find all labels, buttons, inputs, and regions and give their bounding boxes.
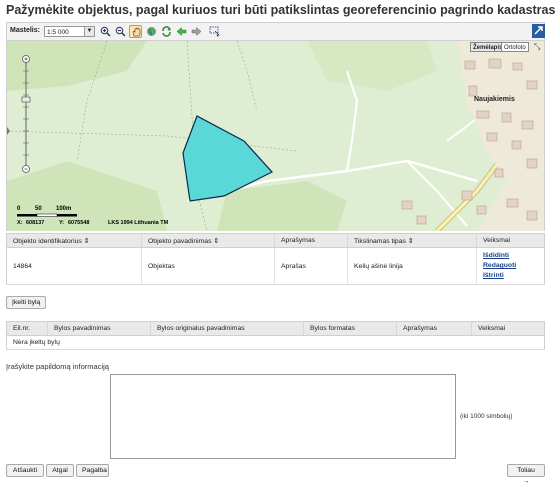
- panel-toggle-icon: [7, 127, 10, 135]
- pan-button[interactable]: [129, 25, 142, 38]
- cell-type: Kelių ašinė linija: [347, 247, 477, 285]
- cell-object-id: 14864: [6, 247, 142, 285]
- pan-hand-icon: [132, 27, 141, 37]
- sort-icon: ⇕: [213, 237, 220, 245]
- additional-info-label: Įrašykite papildomą informaciją: [6, 362, 109, 371]
- back-button[interactable]: [175, 25, 188, 38]
- upload-file-button[interactable]: Įkelti bylą: [6, 296, 47, 309]
- scalebar-label-50: 50: [35, 206, 42, 212]
- arrow-right-icon: →: [522, 478, 530, 485]
- col-object-name[interactable]: Objekto pavadinimas ⇕: [141, 233, 275, 248]
- cell-actions: Išdidinti Redaguoti Ištrinti: [476, 247, 545, 285]
- sort-icon: ⇕: [83, 237, 90, 245]
- page-title: Pažymėkite objektus, pagal kuriuos turi …: [6, 3, 556, 17]
- select-area-icon: [209, 26, 220, 37]
- table-row: 14864 Objektas Aprašas Kelių ašinė linij…: [6, 247, 545, 285]
- map-canvas[interactable]: [7, 41, 544, 231]
- zoom-in-button[interactable]: [99, 25, 112, 38]
- expand-icon: [534, 26, 543, 35]
- expand-button[interactable]: [532, 24, 545, 38]
- char-limit-hint: (iki 1000 simbolių): [460, 413, 513, 420]
- refresh-icon: [162, 26, 171, 37]
- col-file-format: Bylos formatas: [303, 321, 397, 336]
- next-button[interactable]: Toliau →: [507, 464, 545, 485]
- delete-link[interactable]: Ištrinti: [483, 271, 538, 281]
- globe-icon: [147, 27, 156, 36]
- files-empty-text: Nėra įkeltų bylų: [6, 335, 545, 350]
- objects-table: Objekto identifikatorius ⇕ Objekto pavad…: [6, 233, 545, 285]
- map-view[interactable]: Žemėlapis Ortofoto ⤡ Naujakiemis 0 50 10…: [6, 41, 545, 231]
- coord-x-label: X:: [17, 220, 23, 226]
- zoom-in-icon: [100, 26, 111, 37]
- coord-x-value: 608137: [26, 220, 45, 226]
- next-label: Toliau: [517, 467, 535, 474]
- back-step-button[interactable]: Atgal: [46, 464, 74, 477]
- scalebar-label-100m: 100m: [56, 206, 72, 212]
- scalebar-label-0: 0: [17, 206, 21, 212]
- edit-link[interactable]: Redaguoti: [483, 261, 538, 271]
- col-file-original-name: Bylos originalus pavadinimas: [150, 321, 304, 336]
- select-area-button[interactable]: [208, 25, 221, 38]
- additional-info-textarea[interactable]: [110, 374, 456, 459]
- cancel-button[interactable]: Atšaukti: [6, 464, 44, 477]
- globe-button[interactable]: [145, 25, 158, 38]
- zoom-out-icon: [115, 26, 126, 37]
- zoom-slider-handle: [21, 96, 31, 103]
- forward-button[interactable]: [190, 25, 203, 38]
- coord-y-label: Y:: [59, 220, 65, 226]
- scale-value: 1:5 000: [47, 29, 69, 36]
- cell-object-name: Objektas: [141, 247, 275, 285]
- crs-label: LKS 1994 Lithuania TM: [108, 220, 169, 226]
- help-button[interactable]: Pagalba: [76, 464, 109, 477]
- col-object-id[interactable]: Objekto identifikatorius ⇕: [6, 233, 142, 248]
- back-arrow-icon: [176, 26, 187, 37]
- col-description: Aprašymas: [274, 233, 348, 248]
- table-row: Nėra įkeltų bylų: [6, 335, 545, 350]
- coord-y-value: 6075548: [68, 220, 90, 226]
- col-actions: Veiksmai: [476, 233, 545, 248]
- layer-ortho-button[interactable]: Ortofoto: [501, 42, 529, 52]
- files-table-header: Eil.nr. Bylos pavadinimas Bylos original…: [6, 321, 545, 336]
- col-file-actions: Veiksmai: [471, 321, 545, 336]
- place-label: Naujakiemis: [474, 96, 515, 103]
- zoom-to-link[interactable]: Išdidinti: [483, 251, 538, 261]
- cell-description: Aprašas: [274, 247, 348, 285]
- col-file-no: Eil.nr.: [6, 321, 48, 336]
- chevron-down-icon: ▼: [84, 27, 94, 36]
- scale-select[interactable]: 1:5 000 ▼: [44, 26, 95, 37]
- col-file-name: Bylos pavadinimas: [47, 321, 151, 336]
- collapse-icon[interactable]: ⤡: [534, 42, 540, 52]
- refresh-button[interactable]: [160, 25, 173, 38]
- files-table: Eil.nr. Bylos pavadinimas Bylos original…: [6, 321, 545, 350]
- map-toolbar: Mastelis: 1:5 000 ▼: [6, 22, 545, 41]
- col-file-description: Aprašymas: [396, 321, 472, 336]
- objects-table-header: Objekto identifikatorius ⇕ Objekto pavad…: [6, 233, 545, 248]
- col-type[interactable]: Tikslinamas tipas ⇕: [347, 233, 477, 248]
- zoom-out-button[interactable]: [114, 25, 127, 38]
- sort-icon: ⇕: [407, 237, 414, 245]
- forward-arrow-icon: [191, 26, 202, 37]
- scale-label: Mastelis:: [10, 27, 40, 34]
